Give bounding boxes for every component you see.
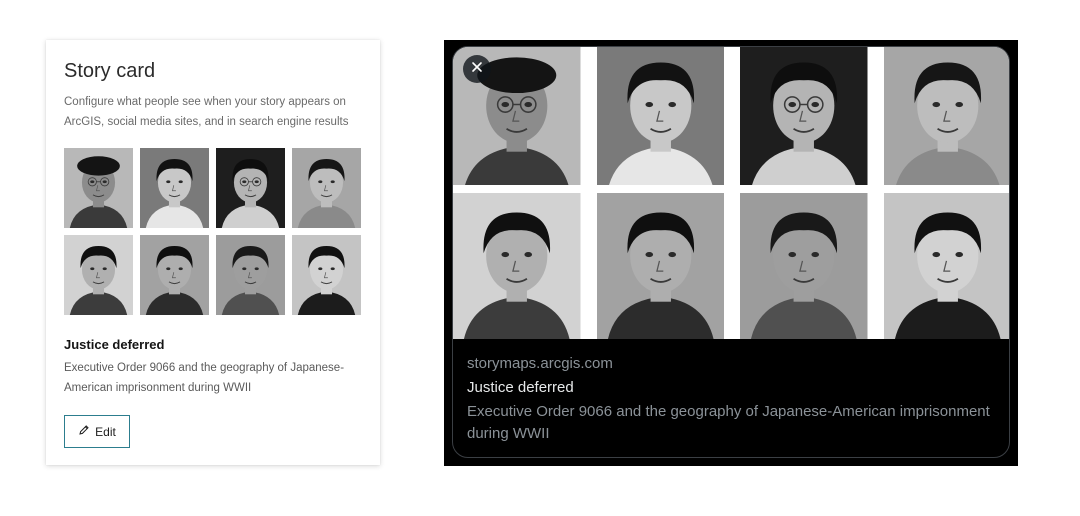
portrait-photo <box>453 193 581 339</box>
card-title: Justice deferred <box>64 337 165 352</box>
screenshot-stage: Story card Configure what people see whe… <box>0 0 1080 516</box>
portrait-photo <box>596 193 724 339</box>
portrait-photo <box>883 47 1009 185</box>
pencil-icon <box>78 424 90 439</box>
card-description: Executive Order 9066 and the geography o… <box>64 362 345 394</box>
portrait-thumbnail <box>292 148 361 228</box>
portrait-thumbnail <box>140 148 209 228</box>
panel-title: Story card <box>64 60 156 82</box>
thumbnail-image-grid <box>64 148 361 315</box>
close-icon <box>471 60 483 78</box>
story-card-panel: Story card Configure what people see whe… <box>46 40 380 465</box>
preview-title: Justice deferred <box>467 379 574 396</box>
portrait-thumbnail <box>216 148 285 228</box>
close-button[interactable] <box>463 55 491 83</box>
portrait-thumbnail <box>292 235 361 315</box>
social-preview-frame: storymaps.arcgis.com Justice deferred Ex… <box>444 40 1018 466</box>
panel-description: Configure what people see when your stor… <box>64 96 349 128</box>
edit-button[interactable]: Edit <box>64 415 130 448</box>
portrait-photo <box>883 193 1009 339</box>
preview-description: Executive Order 9066 and the geography o… <box>467 403 990 442</box>
portrait-thumbnail <box>140 235 209 315</box>
preview-image <box>453 47 1009 339</box>
preview-image-grid <box>453 47 1009 339</box>
portrait-photo <box>596 47 724 185</box>
portrait-thumbnail <box>216 235 285 315</box>
preview-domain: storymaps.arcgis.com <box>467 355 613 372</box>
edit-button-label: Edit <box>95 424 116 439</box>
portrait-thumbnail <box>64 235 133 315</box>
portrait-photo <box>740 47 868 185</box>
portrait-photo <box>740 193 868 339</box>
social-preview-card[interactable]: storymaps.arcgis.com Justice deferred Ex… <box>452 46 1010 458</box>
portrait-thumbnail <box>64 148 133 228</box>
